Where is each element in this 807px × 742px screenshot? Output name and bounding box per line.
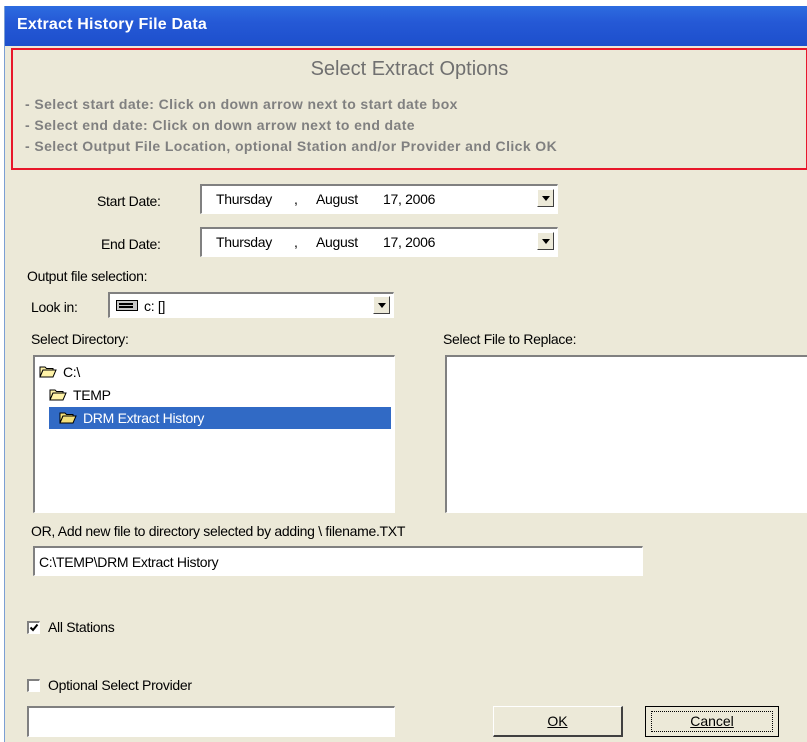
end-date-separator: , (294, 234, 298, 250)
instructions-heading: Select Extract Options (310, 58, 509, 80)
chevron-down-icon[interactable] (373, 296, 390, 314)
start-date-separator: , (294, 191, 298, 207)
look-in-label: Look in: (31, 299, 78, 315)
start-date-label: Start Date: (97, 193, 161, 209)
new-file-path-input[interactable]: C:\TEMP\DRM Extract History (33, 546, 643, 576)
end-date-label: End Date: (101, 236, 161, 252)
checkmark-icon (29, 623, 39, 632)
end-date-picker[interactable]: Thursday , August 17, 2006 (200, 227, 558, 257)
start-date-weekday: Thursday (216, 191, 272, 207)
end-date-weekday: Thursday (216, 234, 272, 250)
provider-input[interactable] (27, 706, 395, 737)
ok-button-label: OK (547, 713, 568, 729)
new-file-label: OR, Add new file to directory selected b… (31, 523, 406, 539)
instruction-line: - Select Output File Location, optional … (25, 138, 558, 154)
instruction-line: - Select end date: Click on down arrow n… (25, 117, 415, 133)
open-folder-icon (39, 366, 57, 378)
window-title: Extract History File Data (17, 16, 207, 33)
cancel-button[interactable]: Cancel (645, 706, 779, 737)
title-bar[interactable]: Extract History File Data (5, 6, 807, 46)
directory-item-label: C:\ (63, 364, 80, 380)
instruction-line: - Select start date: Click on down arrow… (25, 96, 458, 112)
open-folder-icon (59, 412, 77, 424)
start-date-month: August (316, 191, 358, 207)
select-directory-label: Select Directory: (31, 331, 129, 347)
provider-checkbox[interactable] (27, 679, 40, 692)
open-folder-icon (49, 389, 67, 401)
chevron-down-icon[interactable] (537, 189, 554, 207)
select-file-label: Select File to Replace: (443, 331, 577, 347)
all-stations-checkbox[interactable] (27, 621, 40, 634)
start-date-picker[interactable]: Thursday , August 17, 2006 (200, 184, 558, 214)
directory-item-label: TEMP (73, 387, 111, 403)
end-date-day-year: 17, 2006 (383, 234, 436, 250)
list-item[interactable]: DRM Extract History (49, 407, 391, 429)
ok-button[interactable]: OK (493, 706, 623, 737)
dialog-window: Extract History File Data Select Extract… (4, 6, 807, 742)
cancel-button-label: Cancel (690, 713, 734, 729)
file-replace-list[interactable] (445, 355, 807, 513)
output-selection-label: Output file selection: (27, 268, 148, 284)
start-date-day-year: 17, 2006 (383, 191, 436, 207)
drive-icon (116, 300, 138, 311)
all-stations-label: All Stations (48, 619, 115, 635)
look-in-drive-value: c: [] (144, 298, 166, 314)
end-date-month: August (316, 234, 358, 250)
instructions-panel: Select Extract Options - Select start da… (11, 48, 807, 170)
directory-list[interactable]: C:\ TEMP DRM Extract History (33, 355, 395, 513)
directory-item-label: DRM Extract History (83, 410, 205, 426)
provider-label: Optional Select Provider (48, 677, 192, 693)
list-item[interactable]: C:\ (39, 361, 80, 383)
look-in-drive-select[interactable]: c: [] (108, 292, 394, 318)
list-item[interactable]: TEMP (49, 384, 111, 406)
new-file-path-value: C:\TEMP\DRM Extract History (39, 554, 219, 570)
chevron-down-icon[interactable] (537, 232, 554, 250)
